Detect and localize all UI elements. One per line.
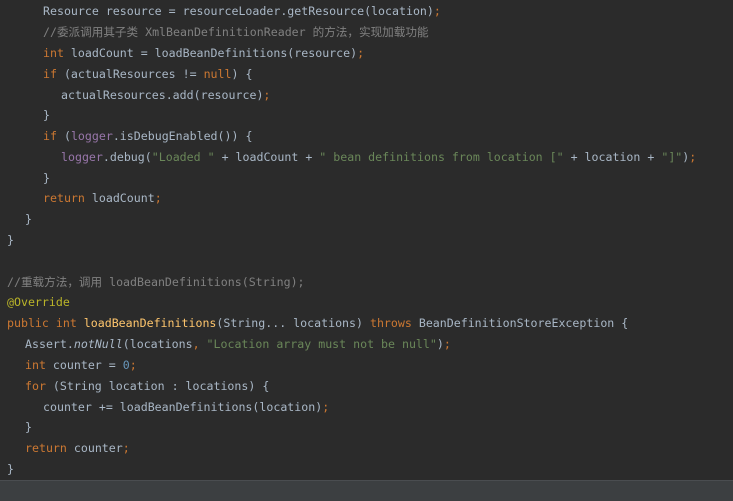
code-line: if (actualResources != null) { <box>43 64 252 84</box>
code-token: counter <box>73 441 123 455</box>
code-token: if <box>43 129 64 143</box>
code-token: (String... locations) <box>216 316 370 330</box>
code-token: counter += loadBeanDefinitions(location) <box>43 400 323 414</box>
code-token: return <box>25 441 74 455</box>
code-token: + loadCount + <box>214 150 320 164</box>
code-token: null <box>203 67 232 81</box>
code-line: } <box>7 230 14 250</box>
code-token: Assert. <box>25 337 74 351</box>
code-token: "]" <box>661 150 683 164</box>
code-token: "Loaded " <box>151 150 215 164</box>
code-line: counter += loadBeanDefinitions(location)… <box>43 397 329 417</box>
code-token: loadBeanDefinitions <box>83 316 217 330</box>
code-token: (locations <box>122 337 193 351</box>
code-editor[interactable]: Resource resource = resourceLoader.getRe… <box>0 0 733 480</box>
code-line: int counter = 0; <box>25 355 137 375</box>
code-token: (String location : locations) { <box>52 379 270 393</box>
code-line: //委派调用其子类 XmlBeanDefinitionReader 的方法，实现… <box>43 22 429 42</box>
code-line: } <box>7 459 14 479</box>
code-token: logger <box>70 129 113 143</box>
code-line: for (String location : locations) { <box>25 376 269 396</box>
code-token: " bean definitions from location [" <box>319 150 564 164</box>
code-token: for <box>25 379 53 393</box>
code-line: logger.debug("Loaded " + loadCount + " b… <box>61 147 696 167</box>
code-token: ) { <box>231 67 253 81</box>
code-token: notNull <box>73 337 123 351</box>
code-token: , <box>192 337 207 351</box>
code-line: //重载方法，调用 loadBeanDefinitions(String); <box>7 272 305 292</box>
code-token: int <box>25 358 53 372</box>
code-token: ; <box>129 358 137 372</box>
editor-bottom-bar <box>0 480 733 501</box>
code-token: } <box>25 420 32 434</box>
code-token: ; <box>122 441 130 455</box>
code-token: //委派调用其子类 XmlBeanDefinitionReader 的方法，实现… <box>43 25 429 39</box>
code-token: } <box>7 233 14 247</box>
code-token: ; <box>443 337 451 351</box>
code-token: "Location array must not be null" <box>206 337 437 351</box>
code-token: ; <box>433 4 441 18</box>
code-line: return counter; <box>25 438 130 458</box>
code-token: } <box>43 171 50 185</box>
code-line: } <box>25 417 32 437</box>
code-line: } <box>43 105 50 125</box>
code-token: actualResources.add(resource) <box>61 88 264 102</box>
code-line: public int loadBeanDefinitions(String...… <box>7 313 628 333</box>
code-token: ; <box>689 150 697 164</box>
code-token: ( <box>63 129 71 143</box>
code-token: logger <box>61 150 103 164</box>
code-token: Resource resource = resourceLoader.getRe… <box>43 4 434 18</box>
code-line: if (logger.isDebugEnabled()) { <box>43 126 252 146</box>
code-token: BeanDefinitionStoreException { <box>418 316 629 330</box>
code-token: //重载方法，调用 loadBeanDefinitions(String); <box>7 275 305 289</box>
code-token: counter = <box>52 358 123 372</box>
code-line: @Override <box>7 292 70 312</box>
code-line: } <box>25 209 32 229</box>
code-token: } <box>25 212 32 226</box>
code-token: @Override <box>7 295 70 309</box>
code-token: ) <box>436 337 444 351</box>
code-token: .isDebugEnabled()) { <box>112 129 253 143</box>
code-token: loadCount = loadBeanDefinitions(resource… <box>70 46 358 60</box>
code-token: throws <box>369 316 419 330</box>
code-token: public int <box>7 316 84 330</box>
code-token: ; <box>322 400 330 414</box>
code-line: actualResources.add(resource); <box>61 85 270 105</box>
code-token: ; <box>357 46 365 60</box>
code-token: (actualResources != <box>63 67 204 81</box>
code-token: 0 <box>122 358 130 372</box>
code-token: loadCount <box>91 191 155 205</box>
code-token: return <box>43 191 92 205</box>
code-token: ; <box>154 191 162 205</box>
code-token: } <box>7 462 14 476</box>
code-token: } <box>43 108 50 122</box>
code-line: Resource resource = resourceLoader.getRe… <box>43 1 441 21</box>
code-token: .debug( <box>102 150 152 164</box>
code-token: if <box>43 67 64 81</box>
code-token: ; <box>263 88 271 102</box>
code-token: int <box>43 46 71 60</box>
code-line: Assert.notNull(locations, "Location arra… <box>25 334 451 354</box>
code-line: } <box>43 168 50 188</box>
code-line: int loadCount = loadBeanDefinitions(reso… <box>43 43 364 63</box>
code-line: return loadCount; <box>43 188 162 208</box>
code-token: + location + <box>563 150 662 164</box>
